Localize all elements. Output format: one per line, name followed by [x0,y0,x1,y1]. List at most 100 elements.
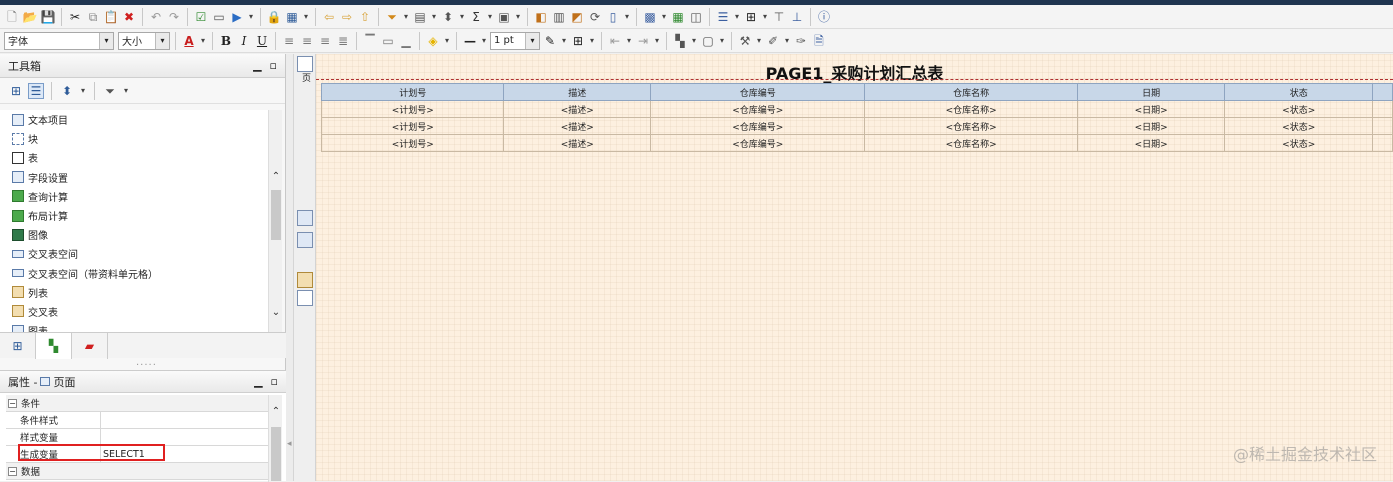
tab-data-items[interactable]: ▚ [36,333,72,359]
page-title[interactable]: PAGE1_采购计划汇总表 [316,60,1393,84]
tab-insertable-objects[interactable]: ⊞ [0,333,36,359]
filter-icon[interactable]: ⏷ [102,83,118,99]
column-header[interactable]: 描述 [503,83,652,101]
increase-indent-icon[interactable]: ⇥ [635,33,651,49]
new-file-icon[interactable]: 🗋 [4,9,20,25]
chevron-down-icon[interactable]: ▾ [199,36,207,45]
list-item[interactable]: 布局计算 [0,206,268,225]
table-cell[interactable] [1372,100,1393,118]
chevron-down-icon[interactable]: ▾ [79,86,87,95]
chevron-down-icon[interactable]: ▾ [718,36,726,45]
list-item[interactable]: 表 [0,148,268,167]
column-header[interactable]: 仓库编号 [650,83,866,101]
table-cell[interactable]: <仓库名称> [864,100,1078,118]
property-value[interactable] [101,429,268,445]
table-cell[interactable]: <仓库名称> [864,117,1078,135]
table-cell[interactable]: <仓库编号> [650,117,866,135]
chevron-down-icon[interactable]: ▾ [783,36,791,45]
up-arrow-icon[interactable]: ⇧ [357,9,373,25]
paste-icon[interactable]: 📋 [103,9,119,25]
group-icon[interactable]: ▤ [412,9,428,25]
minimize-icon[interactable]: ▁ [253,59,261,72]
tab-conditions[interactable]: ▰ [72,333,108,359]
pick-up-style-icon[interactable]: ✐ [765,33,781,49]
border-color-icon[interactable]: ✎ [542,33,558,49]
chevron-down-icon[interactable]: ▾ [486,12,494,21]
table-cell[interactable]: <状态> [1224,117,1374,135]
report-list-table[interactable]: 计划号 描述 仓库编号 仓库名称 日期 状态 <计划号> <描述> <仓库编号>… [320,83,1393,152]
property-row[interactable]: 条件样式 [6,412,268,429]
sort-icon[interactable]: ⬍ [59,83,75,99]
chevron-down-icon[interactable]: ⌄ [269,306,283,320]
query-explorer-icon[interactable] [297,210,313,226]
table-cell[interactable]: <描述> [503,134,652,152]
back-arrow-icon[interactable]: ⇦ [321,9,337,25]
maximize-icon[interactable]: ▫ [271,375,278,388]
justify-icon[interactable]: ≣ [335,33,351,49]
open-folder-icon[interactable]: 📂 [22,9,38,25]
align-bottom-icon[interactable]: ⊥ [789,9,805,25]
table-cell[interactable]: <计划号> [320,117,505,135]
chevron-down-icon[interactable]: ▾ [458,12,466,21]
footer-icon[interactable]: ◩ [569,9,585,25]
chevron-down-icon[interactable]: ▾ [514,12,522,21]
list-item[interactable]: 交叉表空间（带资料单元格） [0,264,268,283]
table-cell[interactable]: <描述> [503,117,652,135]
line-width-select[interactable]: 1 pt ▾ [490,31,540,50]
chevron-down-icon[interactable]: ▾ [430,12,438,21]
chevron-up-icon[interactable]: ⌃ [269,405,283,419]
property-value[interactable] [101,412,268,428]
collapse-icon[interactable]: − [8,398,17,408]
bold-icon[interactable]: B [218,33,234,49]
table-cell[interactable] [1372,134,1393,152]
column-header[interactable]: 状态 [1224,83,1374,101]
chevron-down-icon[interactable]: ▾ [525,32,539,49]
chart-icon[interactable]: ▩ [642,9,658,25]
list-item[interactable]: 查询计算 [0,187,268,206]
cut-icon[interactable]: ✂ [67,9,83,25]
refresh-icon[interactable]: ⟳ [587,9,603,25]
chevron-down-icon[interactable]: ▾ [690,36,698,45]
undo-icon[interactable]: ↶ [148,9,164,25]
decrease-indent-icon[interactable]: ⇤ [607,33,623,49]
table-cell[interactable]: <仓库编号> [650,100,866,118]
list-item[interactable]: 图表 [0,321,268,332]
run-icon[interactable]: ▶ [229,9,245,25]
font-select[interactable]: 字体 ▾ [4,31,114,50]
table-cell[interactable]: <日期> [1076,134,1226,152]
style-icon[interactable]: ▚ [672,33,688,49]
toolbox-scrollbar[interactable]: ⌃ ⌄ [268,110,282,332]
chevron-down-icon[interactable]: ▾ [99,32,113,49]
chevron-down-icon[interactable]: ▾ [588,36,596,45]
chevron-down-icon[interactable]: ▾ [761,12,769,21]
valign-middle-icon[interactable]: ▭ [380,33,396,49]
chevron-down-icon[interactable]: ▾ [660,12,668,21]
properties-scrollbar[interactable]: ⌃ [268,395,282,482]
icon-view-icon[interactable]: ⊞ [8,83,24,99]
padding-icon[interactable]: ▢ [700,33,716,49]
table-cell[interactable]: <计划号> [320,100,505,118]
table-cell[interactable]: <仓库编号> [650,134,866,152]
chevron-down-icon[interactable]: ▾ [733,12,741,21]
list-item[interactable]: 块 [0,129,268,148]
property-group-row[interactable]: − 数据 [6,463,268,480]
calculation-icon[interactable]: ▣ [496,9,512,25]
chevron-down-icon[interactable]: ▾ [623,12,631,21]
pivot-icon[interactable]: ◫ [688,9,704,25]
delete-icon[interactable]: ✖ [121,9,137,25]
column-header[interactable]: 日期 [1076,83,1226,101]
column-header-empty[interactable] [1372,83,1393,101]
list-item[interactable]: 图像 [0,225,268,244]
chevron-up-icon[interactable]: ⌃ [269,170,283,184]
table-cell[interactable]: <日期> [1076,117,1226,135]
chevron-down-icon[interactable]: ▾ [247,12,255,21]
list-item[interactable]: 交叉表空间 [0,244,268,263]
table-cell[interactable]: <状态> [1224,100,1374,118]
align-center-icon[interactable]: ≡ [299,33,315,49]
list-item[interactable]: 列表 [0,283,268,302]
chevron-down-icon[interactable]: ▾ [122,86,130,95]
valign-bottom-icon[interactable]: ▁ [398,33,414,49]
grid-icon[interactable]: ⊞ [743,9,759,25]
borders-icon[interactable]: ⊞ [570,33,586,49]
page-explorer-icon[interactable] [297,56,313,72]
